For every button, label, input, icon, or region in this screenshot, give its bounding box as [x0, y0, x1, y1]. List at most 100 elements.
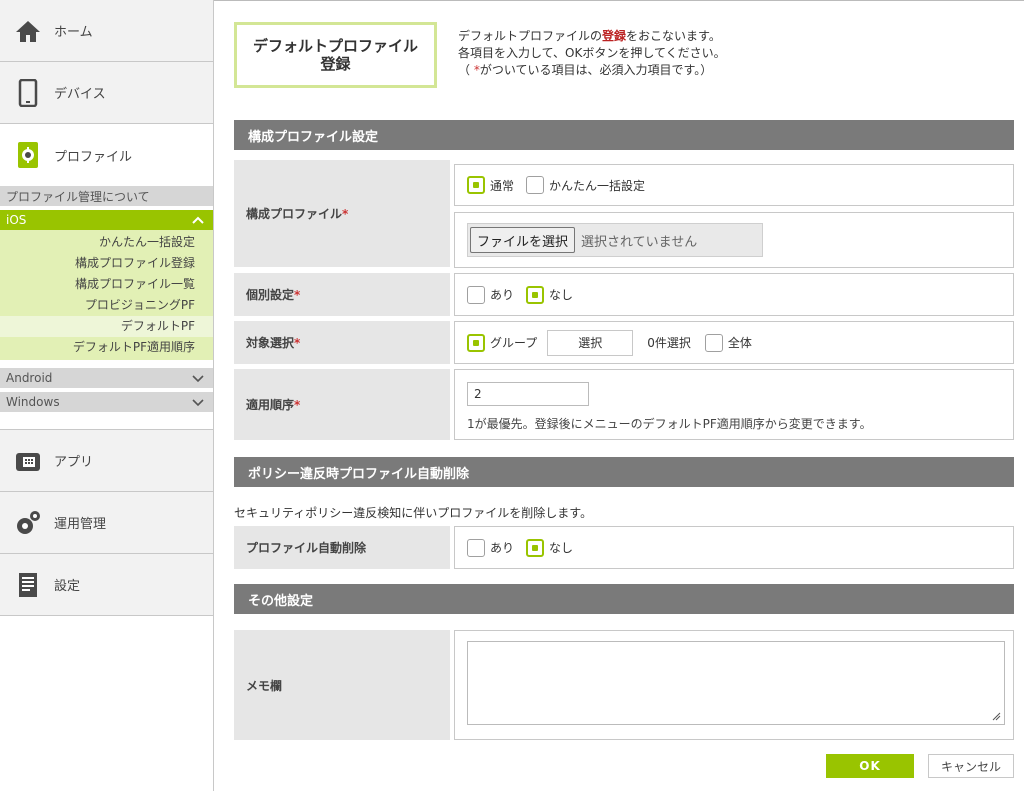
required-mark: *	[294, 397, 301, 412]
required-mark: *	[294, 287, 301, 302]
ios-item-config-register[interactable]: 構成プロファイル登録	[0, 253, 213, 274]
cancel-button[interactable]: キャンセル	[928, 754, 1014, 778]
auto-delete-yes-option[interactable]: あり	[467, 538, 515, 557]
individual-setting-cell: あり なし	[454, 273, 1014, 316]
label-text: 対象選択	[246, 336, 295, 350]
nav-settings-label: 設定	[54, 579, 81, 594]
checkbox-checked[interactable]	[526, 285, 545, 304]
memo-textarea[interactable]	[467, 641, 1005, 725]
nav-settings[interactable]: 設定	[0, 554, 213, 616]
checkbox-unchecked[interactable]	[704, 333, 723, 352]
section-other-header: その他設定	[234, 584, 1014, 614]
individual-yes-option[interactable]: あり	[467, 285, 515, 304]
option-label: なし	[549, 541, 574, 555]
desc-emphasis: 登録	[602, 29, 627, 43]
checkbox-checked[interactable]	[526, 538, 545, 557]
sidebar: ホーム デバイス プロファイル プロファイル管理について iOS かんたん一括設…	[0, 0, 214, 791]
checkbox-checked[interactable]	[467, 333, 485, 352]
nav-profile-label: プロファイル	[54, 149, 133, 165]
android-label: Android	[6, 371, 53, 385]
resize-grip-icon[interactable]	[991, 711, 1001, 721]
nav-home[interactable]: ホーム	[0, 0, 213, 62]
nav-app[interactable]: アプリ	[0, 430, 213, 492]
auto-delete-no-option[interactable]: なし	[526, 538, 574, 557]
checkbox-unchecked[interactable]	[467, 285, 485, 304]
policy-note: セキュリティポリシー違反検知に伴いプロファイルを削除します。	[234, 506, 593, 520]
profile-about-label: プロファイル管理について	[6, 189, 150, 204]
order-label: 適用順序 *	[234, 369, 450, 440]
label-text: 個別設定	[246, 288, 295, 302]
ios-item-default-order[interactable]: デフォルトPF適用順序	[0, 337, 213, 358]
section-policy-header: ポリシー違反時プロファイル自動削除	[234, 457, 1014, 487]
ios-item-provisioning[interactable]: プロビジョニングPF	[0, 295, 213, 316]
target-group-option[interactable]: グループ	[467, 333, 538, 352]
desc-text: （	[458, 63, 474, 77]
nav-device[interactable]: デバイス	[0, 62, 213, 124]
desc-text: がついている項目は、必須入力項目です。）	[479, 63, 713, 77]
memo-label: メモ欄	[234, 630, 450, 740]
section-config-header: 構成プロファイル設定	[234, 120, 1014, 150]
nav-profile[interactable]: プロファイル	[0, 124, 213, 186]
order-cell: 2 1が最優先。登録後にメニューのデフォルトPF適用順序から変更できます。	[454, 369, 1014, 440]
file-status: 選択されていません	[581, 234, 698, 250]
ios-item-config-list[interactable]: 構成プロファイル一覧	[0, 274, 213, 295]
nav-operation[interactable]: 運用管理	[0, 492, 213, 554]
page-title-line1: デフォルトプロファイル	[252, 37, 418, 55]
label-text: 適用順序	[246, 398, 295, 412]
target-all-option[interactable]: 全体	[704, 333, 752, 352]
option-label: 全体	[727, 336, 752, 350]
option-label: あり	[490, 541, 515, 555]
target-select-label: 対象選択 *	[234, 321, 450, 364]
group-select-button[interactable]: 選択	[547, 329, 634, 356]
checkbox-unchecked[interactable]	[526, 176, 545, 194]
checkbox-checked[interactable]	[467, 176, 485, 194]
individual-setting-label: 個別設定 *	[234, 273, 450, 316]
ios-item-default-pf[interactable]: デフォルトPF	[0, 316, 213, 337]
option-label: グループ	[490, 336, 538, 350]
order-note: 1が最優先。登録後にメニューのデフォルトPF適用順序から変更できます。	[467, 417, 872, 431]
file-select-button[interactable]: ファイルを選択	[470, 227, 576, 253]
ios-menu: かんたん一括設定 構成プロファイル登録 構成プロファイル一覧 プロビジョニングP…	[0, 230, 213, 360]
ok-button[interactable]: OK	[826, 754, 914, 778]
option-label: なし	[549, 288, 574, 302]
desc-text: をおこないます。	[626, 29, 721, 43]
config-file-cell: ファイルを選択 選択されていません	[454, 212, 1014, 268]
android-accordion[interactable]: Android	[0, 368, 213, 388]
ios-item-bulk[interactable]: かんたん一括設定	[0, 232, 213, 253]
required-mark: *	[342, 206, 349, 221]
option-label: あり	[490, 288, 515, 302]
app-icon	[14, 447, 42, 475]
config-profile-label: 構成プロファイル *	[234, 160, 450, 267]
home-icon	[14, 17, 42, 45]
profile-about-link[interactable]: プロファイル管理について	[0, 186, 213, 206]
target-select-cell: グループ 選択 0件選択 全体	[454, 321, 1014, 364]
windows-accordion[interactable]: Windows	[0, 392, 213, 412]
chevron-down-icon	[192, 375, 204, 383]
checkbox-unchecked[interactable]	[467, 538, 485, 557]
selected-count: 0件選択	[647, 336, 691, 350]
nav-operation-label: 運用管理	[54, 517, 107, 532]
nav-home-label: ホーム	[54, 25, 93, 40]
chevron-up-icon	[192, 216, 204, 224]
option-label: 通常	[490, 178, 515, 193]
auto-delete-label: プロファイル自動削除	[234, 526, 450, 569]
nav-device-label: デバイス	[54, 87, 106, 102]
sidebar-spacer	[0, 416, 213, 430]
file-input[interactable]: ファイルを選択 選択されていません	[467, 223, 763, 257]
ios-accordion[interactable]: iOS	[0, 210, 213, 230]
required-mark: *	[294, 335, 301, 350]
order-input[interactable]: 2	[467, 382, 589, 406]
mode-normal-option[interactable]: 通常	[467, 176, 514, 194]
page-title: デフォルトプロファイル 登録	[234, 22, 437, 88]
nav-app-label: アプリ	[54, 455, 94, 470]
page-description: デフォルトプロファイルの登録をおこないます。 各項目を入力して、OKボタンを押し…	[458, 28, 726, 79]
individual-no-option[interactable]: なし	[526, 285, 574, 304]
mode-bulk-option[interactable]: かんたん一括設定	[526, 176, 645, 194]
label-text: 構成プロファイル	[246, 207, 343, 221]
document-icon	[14, 571, 42, 599]
auto-delete-cell: あり なし	[454, 526, 1014, 569]
smartphone-icon	[14, 78, 42, 107]
gears-icon	[14, 509, 42, 537]
desc-line2: 各項目を入力して、OKボタンを押してください。	[458, 46, 726, 60]
windows-label: Windows	[6, 395, 60, 409]
